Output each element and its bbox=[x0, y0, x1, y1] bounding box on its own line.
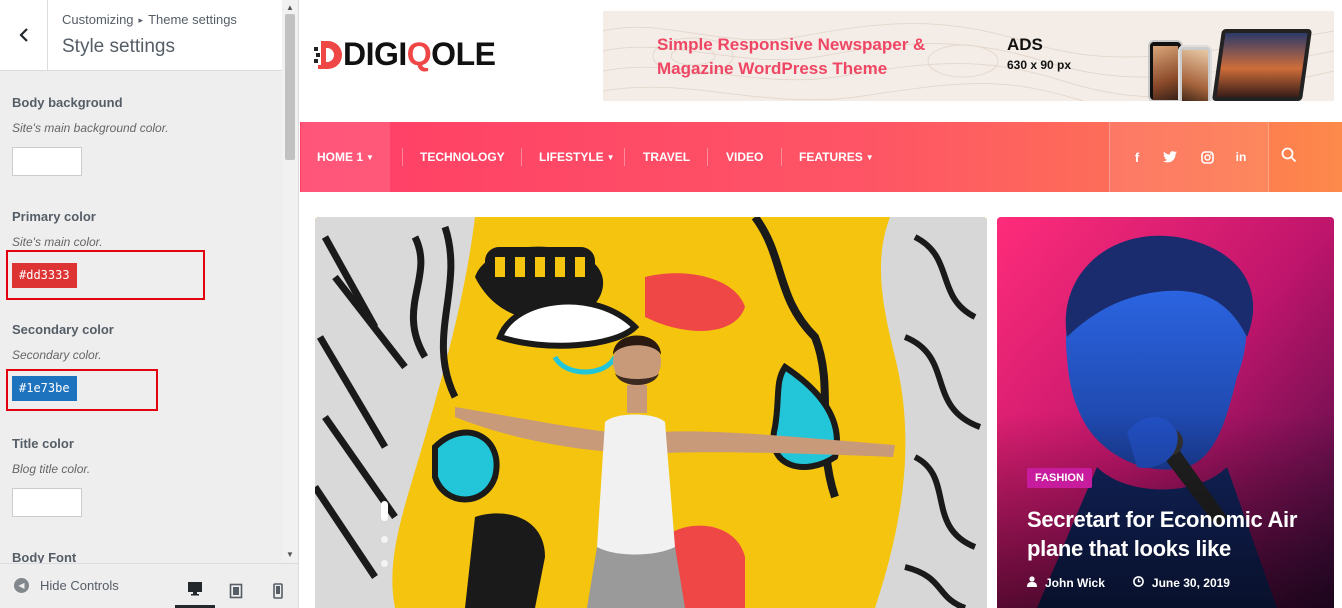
ad-laptop-image bbox=[1211, 29, 1313, 101]
hide-controls-button[interactable]: ◀ Hide Controls bbox=[14, 578, 119, 593]
nav-label: TRAVEL bbox=[643, 150, 691, 164]
facebook-icon[interactable]: f bbox=[1127, 147, 1147, 167]
nav-divider bbox=[521, 148, 522, 166]
nav-item-technology[interactable]: TECHNOLOGY bbox=[420, 122, 505, 192]
post-date: June 30, 2019 bbox=[1151, 576, 1230, 590]
control-description: Secondary color. bbox=[12, 348, 102, 362]
body-background-color-picker[interactable] bbox=[12, 147, 82, 176]
logo-text-end: OLE bbox=[431, 36, 496, 72]
control-title: Primary color bbox=[12, 209, 96, 224]
logo-text-q: Q bbox=[406, 36, 432, 72]
category-badge[interactable]: FASHION bbox=[1027, 468, 1092, 488]
title-color-control: Title color Blog title color. bbox=[12, 436, 272, 517]
control-description: Site's main color. bbox=[12, 235, 103, 249]
mobile-icon bbox=[273, 582, 283, 599]
control-title: Body background bbox=[12, 95, 123, 110]
breadcrumb-section: Theme settings bbox=[148, 12, 237, 27]
search-icon bbox=[1281, 147, 1297, 163]
slider-dot-active[interactable] bbox=[381, 501, 388, 521]
control-title: Title color bbox=[12, 436, 74, 451]
nav-divider bbox=[707, 148, 708, 166]
featured-post-card[interactable]: FASHION Secretart for Economic Air plane… bbox=[997, 217, 1334, 608]
primary-color-picker[interactable]: #dd3333 bbox=[12, 263, 77, 288]
breadcrumb: Customizing ▸ Theme settings bbox=[62, 12, 237, 27]
breadcrumb-separator-icon: ▸ bbox=[138, 15, 144, 25]
panel-title: Style settings bbox=[62, 36, 175, 57]
slider-dot[interactable] bbox=[381, 536, 388, 543]
sidebar-scrollbar[interactable]: ▲ ▼ bbox=[282, 0, 298, 562]
tablet-icon bbox=[229, 583, 243, 598]
customizer-header: Customizing ▸ Theme settings Style setting… bbox=[0, 0, 283, 71]
twitter-icon[interactable] bbox=[1160, 147, 1180, 167]
scrollbar-thumb[interactable] bbox=[285, 14, 295, 160]
nav-label: TECHNOLOGY bbox=[420, 150, 505, 164]
chevron-down-icon: ▼ bbox=[366, 153, 374, 162]
nav-label: VIDEO bbox=[726, 150, 764, 164]
nav-item-travel[interactable]: TRAVEL bbox=[643, 122, 690, 192]
mobile-preview-button[interactable] bbox=[258, 572, 298, 608]
ad-headline: Simple Responsive Newspaper & Magazine W… bbox=[657, 35, 926, 78]
nav-label: HOME 1 bbox=[317, 150, 364, 164]
control-description: Site's main background color. bbox=[12, 121, 169, 135]
primary-color-control: Primary color Site's main color. #dd3333 bbox=[12, 209, 272, 288]
ad-size: 630 x 90 px bbox=[1007, 58, 1072, 72]
logo-text-start: DIGI bbox=[343, 36, 407, 72]
breadcrumb-root: Customizing bbox=[62, 12, 134, 27]
collapse-arrow-icon: ◀ bbox=[14, 578, 29, 593]
tablet-preview-button[interactable] bbox=[216, 572, 256, 608]
linkedin-icon[interactable]: in bbox=[1231, 147, 1251, 167]
body-background-control: Body background Site's main background c… bbox=[12, 95, 272, 176]
control-description: Blog title color. bbox=[12, 462, 91, 476]
ad-banner[interactable]: Simple Responsive Newspaper & Magazine W… bbox=[603, 11, 1334, 101]
site-preview: DIGIQOLE Simple Responsive Newspaper & M… bbox=[300, 0, 1342, 608]
featured-slider[interactable] bbox=[315, 217, 987, 608]
scroll-up-arrow-icon[interactable]: ▲ bbox=[286, 3, 294, 12]
customizer-footer: ◀ Hide Controls bbox=[0, 563, 298, 608]
nav-item-lifestyle[interactable]: LIFESTYLE ▼ bbox=[539, 122, 615, 192]
instagram-icon[interactable] bbox=[1197, 147, 1217, 167]
logo-mark-icon bbox=[314, 39, 342, 71]
chevron-down-icon: ▼ bbox=[606, 153, 615, 162]
site-logo[interactable]: DIGIQOLE bbox=[314, 36, 496, 73]
chevron-left-icon bbox=[18, 28, 28, 42]
ad-phone-image bbox=[1178, 45, 1212, 101]
control-title: Secondary color bbox=[12, 322, 114, 337]
nav-divider bbox=[402, 148, 403, 166]
search-button[interactable] bbox=[1281, 147, 1301, 167]
logo-text: DIGIQOLE bbox=[343, 36, 496, 73]
scroll-down-arrow-icon[interactable]: ▼ bbox=[286, 550, 294, 559]
post-title[interactable]: Secretart for Economic Air plane that lo… bbox=[1027, 505, 1317, 563]
customizer-sidebar: Customizing ▸ Theme settings Style setting… bbox=[0, 0, 299, 608]
nav-divider bbox=[781, 148, 782, 166]
nav-label: FEATURES bbox=[799, 150, 863, 164]
post-meta: John Wick June 30, 2019 bbox=[1027, 576, 1230, 590]
nav-item-home[interactable]: HOME 1 ▼ bbox=[301, 122, 390, 192]
slider-dot[interactable] bbox=[381, 560, 388, 567]
secondary-color-picker[interactable]: #1e73be bbox=[12, 376, 77, 401]
nav-divider bbox=[624, 148, 625, 166]
social-links: f in bbox=[1109, 122, 1269, 192]
nav-item-video[interactable]: VIDEO bbox=[726, 122, 763, 192]
nav-label: LIFESTYLE bbox=[539, 150, 604, 164]
hide-controls-label: Hide Controls bbox=[40, 578, 119, 593]
back-button[interactable] bbox=[0, 0, 48, 70]
desktop-preview-button[interactable] bbox=[175, 572, 215, 608]
chevron-down-icon: ▼ bbox=[865, 153, 874, 162]
nav-item-features[interactable]: FEATURES ▼ bbox=[799, 122, 874, 192]
secondary-color-control: Secondary color Secondary color. #1e73be bbox=[12, 322, 272, 401]
graffiti-man-image bbox=[315, 217, 987, 608]
desktop-icon bbox=[188, 582, 202, 596]
user-icon bbox=[1027, 576, 1037, 590]
main-navigation: HOME 1 ▼ TECHNOLOGY LIFESTYLE ▼ TRAVEL VID… bbox=[300, 122, 1342, 192]
post-author[interactable]: John Wick bbox=[1045, 576, 1105, 590]
clock-icon bbox=[1133, 576, 1144, 590]
ad-label: ADS bbox=[1007, 35, 1043, 54]
title-color-picker[interactable] bbox=[12, 488, 82, 517]
